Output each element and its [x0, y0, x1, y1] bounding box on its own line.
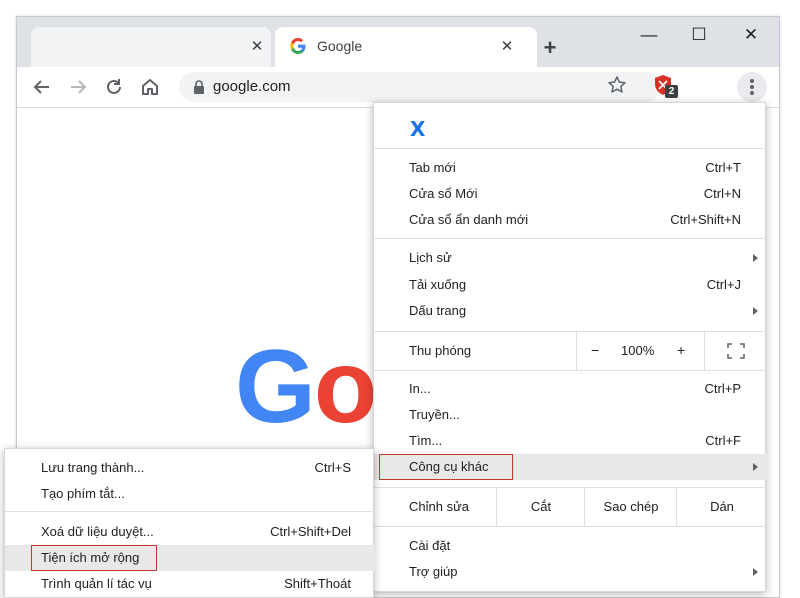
menu-label: Dấu trang [409, 303, 467, 318]
highlight-box [379, 454, 513, 480]
forward-arrow-icon[interactable] [67, 76, 89, 98]
maximize-button[interactable]: ☐ [685, 25, 713, 45]
new-tab-button[interactable]: + [537, 37, 563, 59]
submenu-arrow-icon [753, 307, 758, 315]
more-tools-submenu: Lưu trang thành... Ctrl+S Tạo phím tắt..… [4, 448, 375, 598]
menu-shortcut: Ctrl+J [706, 277, 741, 292]
menu-shortcut: Ctrl+F [705, 433, 741, 448]
zoom-in-button[interactable]: + [677, 342, 685, 358]
menu-shortcut: Ctrl+P [704, 381, 741, 396]
submenu-item-create-shortcut[interactable]: Tạo phím tắt... [5, 481, 375, 507]
lock-icon [194, 80, 204, 94]
tab-close-icon[interactable]: ✕ [497, 37, 517, 57]
menu-item-find[interactable]: Tìm... Ctrl+F [374, 428, 767, 454]
highlight-box [31, 545, 157, 571]
tab-title: Google [317, 38, 363, 54]
menu-item-cast[interactable]: Truyền... [374, 402, 767, 428]
menu-label: In... [409, 381, 431, 396]
menu-item-downloads[interactable]: Tải xuống Ctrl+J [374, 272, 767, 298]
chrome-menu-button[interactable] [737, 72, 767, 102]
tab-google[interactable]: Google ✕ [275, 27, 537, 67]
reload-icon[interactable] [103, 76, 125, 98]
separator [374, 148, 767, 149]
tab-blank[interactable]: ✕ [31, 27, 271, 67]
back-arrow-icon[interactable] [31, 76, 53, 98]
zoom-out-button[interactable]: − [591, 342, 599, 358]
submenu-arrow-icon [753, 568, 758, 576]
extension-shield-icon[interactable]: 2 [651, 73, 681, 101]
menu-label: Xoá dữ liệu duyệt... [41, 524, 154, 539]
submenu-item-clear-data[interactable]: Xoá dữ liệu duyệt... Ctrl+Shift+Del [5, 519, 375, 545]
menu-shortcut: Ctrl+N [703, 186, 741, 201]
menu-label: Cửa sổ Mới [409, 186, 478, 201]
separator [374, 238, 767, 239]
separator [5, 511, 375, 512]
zoom-level: 100% [621, 343, 655, 358]
submenu-item-save-page[interactable]: Lưu trang thành... Ctrl+S [5, 455, 375, 481]
menu-label: Thu phóng [409, 343, 472, 358]
minimize-button[interactable]: — [635, 25, 663, 45]
fullscreen-icon [727, 343, 745, 359]
submenu-item-task-manager[interactable]: Trình quản lí tác vụ Shift+Thoát [5, 571, 375, 597]
paste-button[interactable]: Dán [676, 488, 767, 526]
menu-item-print[interactable]: In... Ctrl+P [374, 376, 767, 402]
separator [374, 526, 767, 527]
menu-label: Lịch sử [409, 250, 452, 265]
submenu-arrow-icon [753, 463, 758, 471]
menu-item-new-tab[interactable]: Tab mới Ctrl+T [374, 155, 767, 181]
menu-item-help[interactable]: Trợ giúp [374, 559, 767, 585]
menu-item-bookmarks[interactable]: Dấu trang [374, 298, 767, 324]
menu-label: Tạo phím tắt... [41, 486, 125, 501]
address-bar[interactable]: google.com [179, 72, 661, 102]
menu-label: Tab mới [409, 160, 456, 175]
menu-header-icon: X [410, 117, 426, 141]
menu-label: Lưu trang thành... [41, 460, 145, 475]
chrome-menu: X Tab mới Ctrl+T Cửa sổ Mới Ctrl+N Cửa s… [373, 102, 767, 592]
close-window-button[interactable]: ✕ [737, 25, 765, 45]
fullscreen-button[interactable] [704, 332, 767, 370]
extension-badge: 2 [665, 85, 678, 98]
menu-shortcut: Ctrl+T [705, 160, 741, 175]
logo-letter: o [313, 329, 378, 445]
home-icon[interactable] [139, 76, 161, 98]
menu-label: Truyền... [409, 407, 460, 422]
tab-strip: ✕ Google ✕ + — ☐ ✕ [17, 17, 779, 67]
tab-close-icon[interactable]: ✕ [247, 37, 267, 57]
bookmark-star-icon[interactable] [607, 75, 627, 95]
menu-shortcut: Ctrl+S [314, 460, 351, 475]
menu-label: Cài đặt [409, 538, 451, 553]
menu-item-incognito[interactable]: Cửa sổ ẩn danh mới Ctrl+Shift+N [374, 207, 767, 233]
menu-label: Tìm... [409, 433, 443, 448]
menu-item-new-window[interactable]: Cửa sổ Mới Ctrl+N [374, 181, 767, 207]
menu-label: Tải xuống [409, 277, 467, 292]
menu-label: Trợ giúp [409, 564, 458, 579]
url-text: google.com [213, 78, 291, 95]
menu-label: Cửa sổ ẩn danh mới [409, 212, 529, 227]
google-favicon-icon [290, 38, 306, 54]
submenu-arrow-icon [753, 254, 758, 262]
cut-button[interactable]: Cắt [496, 488, 585, 526]
menu-label: Chỉnh sửa [409, 499, 470, 514]
menu-shortcut: Ctrl+Shift+Del [270, 524, 351, 539]
logo-letter: G [235, 329, 316, 445]
separator [374, 370, 767, 371]
menu-item-history[interactable]: Lịch sử [374, 245, 767, 271]
menu-item-settings[interactable]: Cài đặt [374, 533, 767, 559]
menu-shortcut: Ctrl+Shift+N [670, 212, 741, 227]
copy-button[interactable]: Sao chép [584, 488, 677, 526]
